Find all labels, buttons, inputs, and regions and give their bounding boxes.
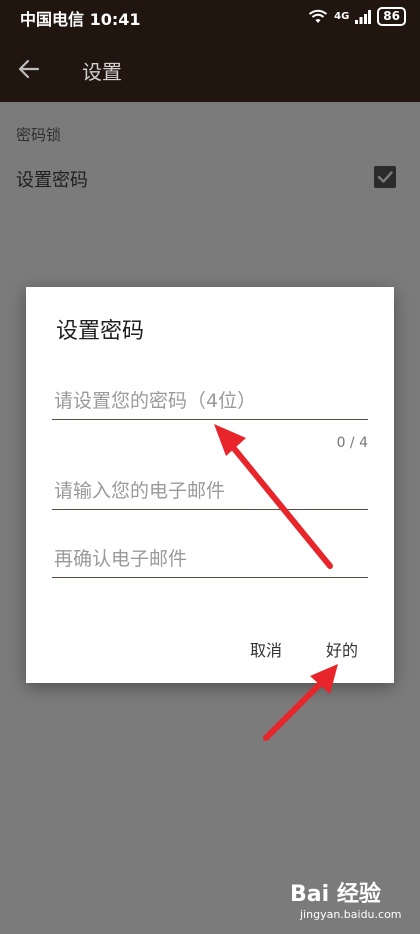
password-char-counter: 0 / 4	[336, 435, 368, 451]
page-title: 设置	[82, 60, 122, 84]
watermark-logo: Bai 经验	[290, 882, 381, 907]
check-icon	[377, 171, 393, 183]
email-confirm-input[interactable]	[52, 547, 372, 571]
email-input[interactable]	[52, 479, 372, 503]
signal-icon	[355, 9, 372, 24]
password-field[interactable]	[52, 375, 372, 420]
email-field[interactable]	[52, 465, 372, 510]
cancel-button[interactable]: 取消	[250, 637, 282, 661]
network-type: 4G	[334, 11, 350, 22]
battery-indicator: 86	[377, 7, 406, 26]
baidu-watermark: Bai 经验 jingyan.baidu.com	[290, 876, 402, 921]
set-password-dialog: 设置密码 0 / 4 取消 好的	[26, 287, 394, 683]
dialog-title: 设置密码	[56, 319, 145, 344]
ok-button[interactable]: 好的	[326, 637, 358, 661]
back-arrow-icon[interactable]	[16, 56, 42, 82]
carrier-time: 中国电信 10:41	[20, 10, 141, 29]
password-input[interactable]	[52, 389, 372, 413]
wifi-icon	[309, 9, 328, 23]
set-password-checkbox[interactable]	[374, 166, 396, 188]
section-label: 密码锁	[16, 126, 62, 144]
status-icons: 4G 86	[308, 7, 406, 26]
status-bar: 中国电信 10:41 4G 86	[0, 0, 420, 34]
set-password-row-label[interactable]: 设置密码	[16, 166, 88, 192]
email-confirm-field[interactable]	[52, 533, 372, 578]
watermark-url: jingyan.baidu.com	[300, 908, 402, 921]
app-bar: 设置	[0, 34, 420, 102]
